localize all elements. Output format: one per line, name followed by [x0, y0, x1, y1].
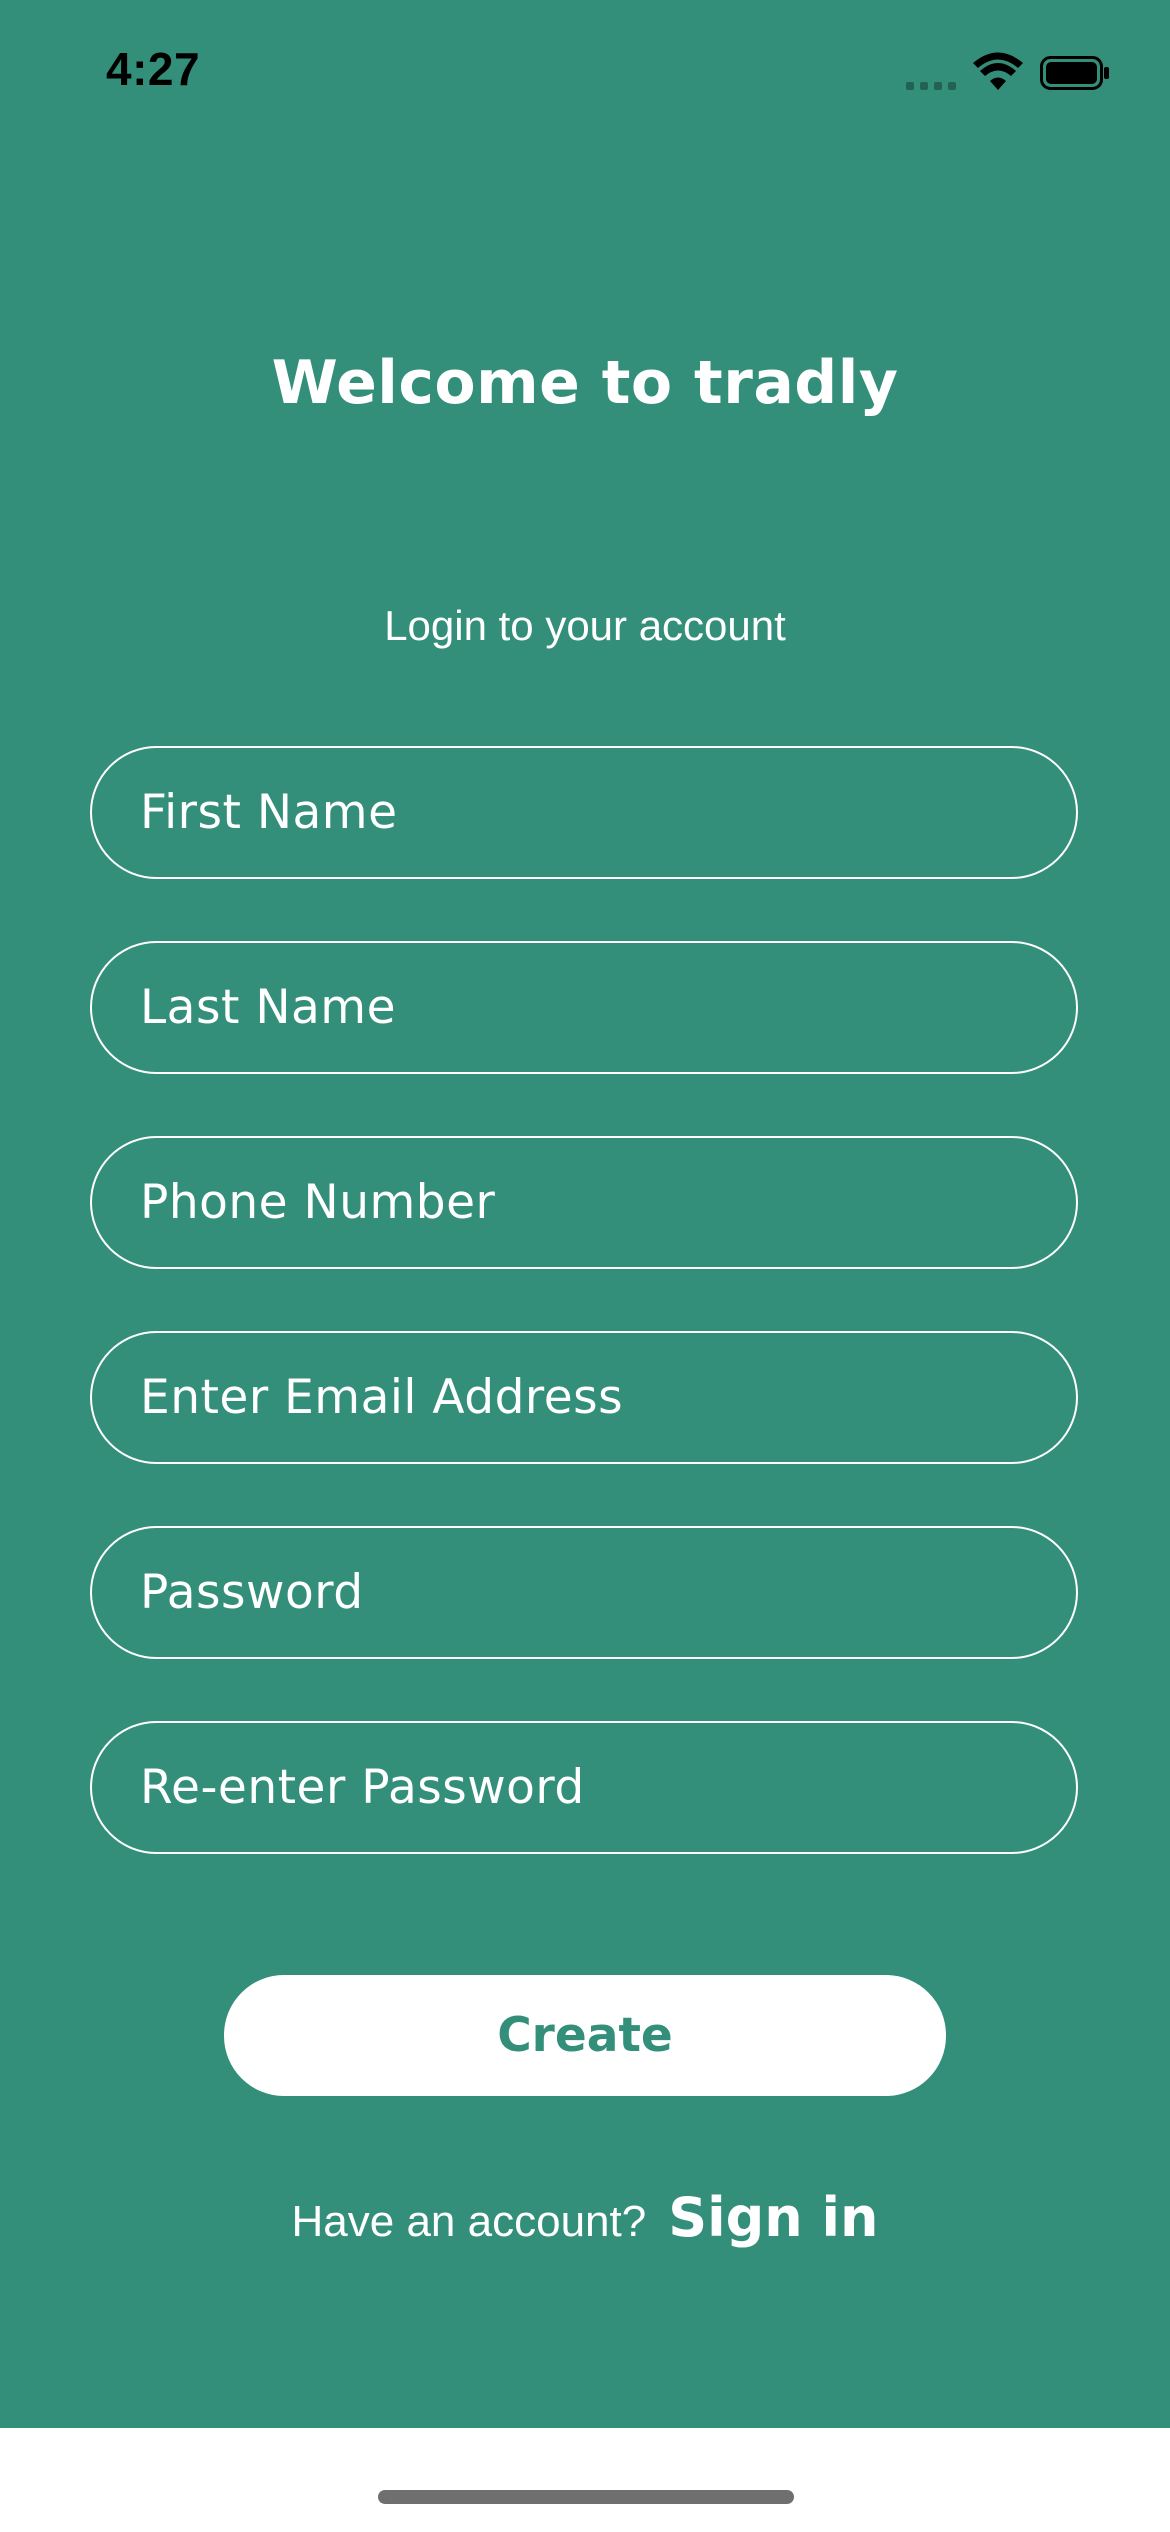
signup-screen: 4:27 Welcome to tradly Login to your acc… — [0, 0, 1170, 2428]
password-field[interactable] — [90, 1526, 1078, 1659]
reenter-password-input[interactable] — [138, 1759, 1076, 1816]
phone-input[interactable] — [138, 1174, 1076, 1231]
first-name-field[interactable] — [90, 746, 1078, 879]
cellular-signal-icon — [906, 82, 956, 90]
email-field[interactable] — [90, 1331, 1078, 1464]
email-input[interactable] — [138, 1369, 1076, 1426]
home-indicator[interactable] — [378, 2490, 794, 2504]
page-subtitle: Login to your account — [384, 602, 786, 649]
phone-field[interactable] — [90, 1136, 1078, 1269]
last-name-input[interactable] — [138, 979, 1076, 1036]
have-account-text: Have an account? — [291, 2197, 647, 2246]
wifi-icon — [973, 52, 1023, 90]
first-name-input[interactable] — [138, 784, 1076, 841]
page-title: Welcome to tradly — [271, 348, 899, 418]
battery-icon — [1040, 56, 1109, 90]
reenter-password-field[interactable] — [90, 1721, 1078, 1854]
last-name-field[interactable] — [90, 941, 1078, 1074]
create-button[interactable]: Create — [224, 1975, 946, 2096]
sign-in-link[interactable]: Sign in — [668, 2186, 878, 2249]
password-input[interactable] — [138, 1564, 1076, 1621]
signin-prompt: Have an account? Sign in — [0, 2186, 1170, 2249]
status-time: 4:27 — [106, 43, 201, 95]
